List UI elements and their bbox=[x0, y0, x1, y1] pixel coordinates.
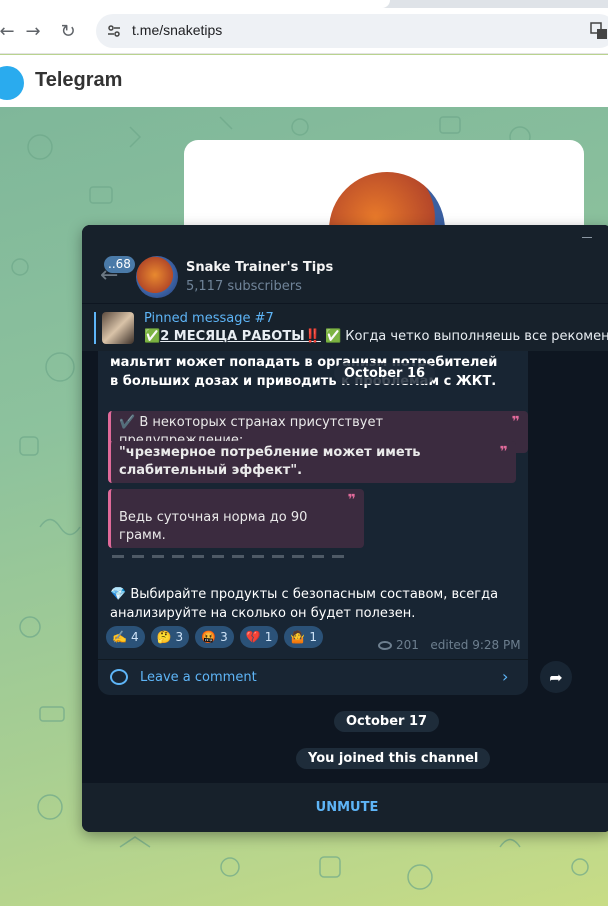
forward-icon[interactable]: → bbox=[20, 18, 46, 44]
telegram-window: ← ..68 Snake Trainer's Tips 5,117 subscr… bbox=[82, 225, 608, 832]
channel-name[interactable]: Snake Trainer's Tips bbox=[186, 260, 333, 275]
message-bubble: мальтит может попадать в организм потреб… bbox=[98, 351, 528, 695]
site-settings-icon[interactable] bbox=[106, 23, 122, 39]
bottom-bar: UNMUTE bbox=[82, 783, 608, 832]
pinned-title: Pinned message #7 bbox=[144, 311, 274, 326]
pinned-indicator bbox=[94, 312, 96, 344]
share-icon[interactable]: ➦ bbox=[540, 661, 572, 693]
view-count: 201 bbox=[396, 638, 419, 652]
pinned-message-bar[interactable]: Pinned message #7 ✅2 МЕСЯЦА РАБОТЫ‼️ ✅ К… bbox=[82, 303, 608, 351]
reaction-button[interactable]: 🤷 1 bbox=[284, 626, 323, 648]
reaction-count: 3 bbox=[220, 630, 228, 644]
reactions-row: ✍️ 4 🤔 3 🤬 3 💔 1 🤷 1 bbox=[106, 626, 323, 648]
minimize-icon[interactable] bbox=[582, 237, 592, 238]
active-tab[interactable] bbox=[0, 0, 390, 8]
telegram-logo-icon bbox=[0, 66, 24, 100]
quote-text: Ведь суточная норма до 90 грамм. bbox=[119, 510, 308, 543]
edited-time: edited 9:28 PM bbox=[430, 638, 521, 652]
browser-toolbar: ← → ↻ t.me/snaketips bbox=[0, 8, 608, 54]
unread-badge: ..68 bbox=[104, 256, 135, 273]
quote-text: "чрезмерное потребление может иметь слаб… bbox=[119, 445, 421, 478]
subscriber-count: 5,117 subscribers bbox=[186, 279, 302, 294]
reaction-count: 3 bbox=[175, 630, 184, 644]
reaction-button[interactable]: 💔 1 bbox=[239, 626, 279, 648]
back-icon[interactable]: ← bbox=[0, 18, 20, 44]
leave-comment-button[interactable]: Leave a comment › bbox=[98, 659, 528, 695]
floating-date: October 16 bbox=[334, 363, 436, 384]
divider bbox=[112, 555, 352, 558]
message-top-text: мальтит может попадать в организм потреб… bbox=[110, 355, 498, 389]
message-footer-text: 💎 Выбирайте продукты с безопасным состав… bbox=[110, 587, 499, 621]
reaction-emoji: ✍️ bbox=[112, 630, 127, 644]
quote-block: Ведь суточная норма до 90 грамм. ❞ bbox=[108, 489, 364, 548]
message-meta: 201 edited 9:28 PM bbox=[378, 638, 521, 652]
page-title: Telegram bbox=[35, 69, 123, 91]
quote-icon: ❞ bbox=[347, 492, 356, 508]
quote-icon: ❞ bbox=[511, 414, 520, 430]
chevron-right-icon: › bbox=[502, 667, 509, 686]
pinned-text-rest: ✅ Когда четко выполняешь все рекомендаци… bbox=[324, 329, 608, 344]
reaction-emoji: 🤔 bbox=[156, 630, 172, 644]
translate-icon[interactable] bbox=[590, 22, 608, 40]
reaction-emoji: 🤷 bbox=[290, 630, 306, 644]
tab-strip bbox=[0, 0, 608, 8]
eye-icon bbox=[378, 641, 392, 650]
pinned-text-bold: 2 МЕСЯЦА РАБОТЫ‼️ bbox=[160, 329, 321, 344]
window-title-bar bbox=[82, 225, 608, 251]
pinned-text: ✅2 МЕСЯЦА РАБОТЫ‼️ ✅ Когда четко выполня… bbox=[144, 329, 608, 344]
pinned-thumbnail bbox=[102, 312, 134, 344]
reaction-count: 4 bbox=[130, 630, 139, 644]
comment-label: Leave a comment bbox=[140, 670, 257, 685]
reaction-button[interactable]: 🤔 3 bbox=[150, 626, 190, 648]
quote-block: "чрезмерное потребление может иметь слаб… bbox=[108, 441, 516, 483]
reaction-count: 1 bbox=[264, 630, 273, 644]
avatar[interactable] bbox=[136, 256, 178, 298]
telegram-web-header: Telegram bbox=[0, 55, 608, 107]
reaction-count: 1 bbox=[309, 630, 317, 644]
chat-header[interactable]: ← ..68 Snake Trainer's Tips 5,117 subscr… bbox=[82, 251, 608, 303]
reaction-button[interactable]: ✍️ 4 bbox=[106, 626, 145, 648]
service-message: You joined this channel bbox=[296, 748, 491, 769]
message-list: мальтит может попадать в организм потреб… bbox=[82, 351, 608, 783]
reload-icon[interactable]: ↻ bbox=[55, 18, 81, 44]
comment-icon bbox=[110, 669, 128, 685]
date-separator: October 17 bbox=[334, 711, 440, 732]
reaction-emoji: 💔 bbox=[245, 630, 261, 644]
unmute-button[interactable]: UNMUTE bbox=[82, 783, 608, 832]
reaction-button[interactable]: 🤬 3 bbox=[195, 626, 234, 648]
reaction-emoji: 🤬 bbox=[201, 630, 217, 644]
url-text[interactable]: t.me/snaketips bbox=[132, 22, 222, 38]
address-bar[interactable]: t.me/snaketips bbox=[96, 14, 608, 48]
quote-icon: ❞ bbox=[499, 444, 508, 460]
